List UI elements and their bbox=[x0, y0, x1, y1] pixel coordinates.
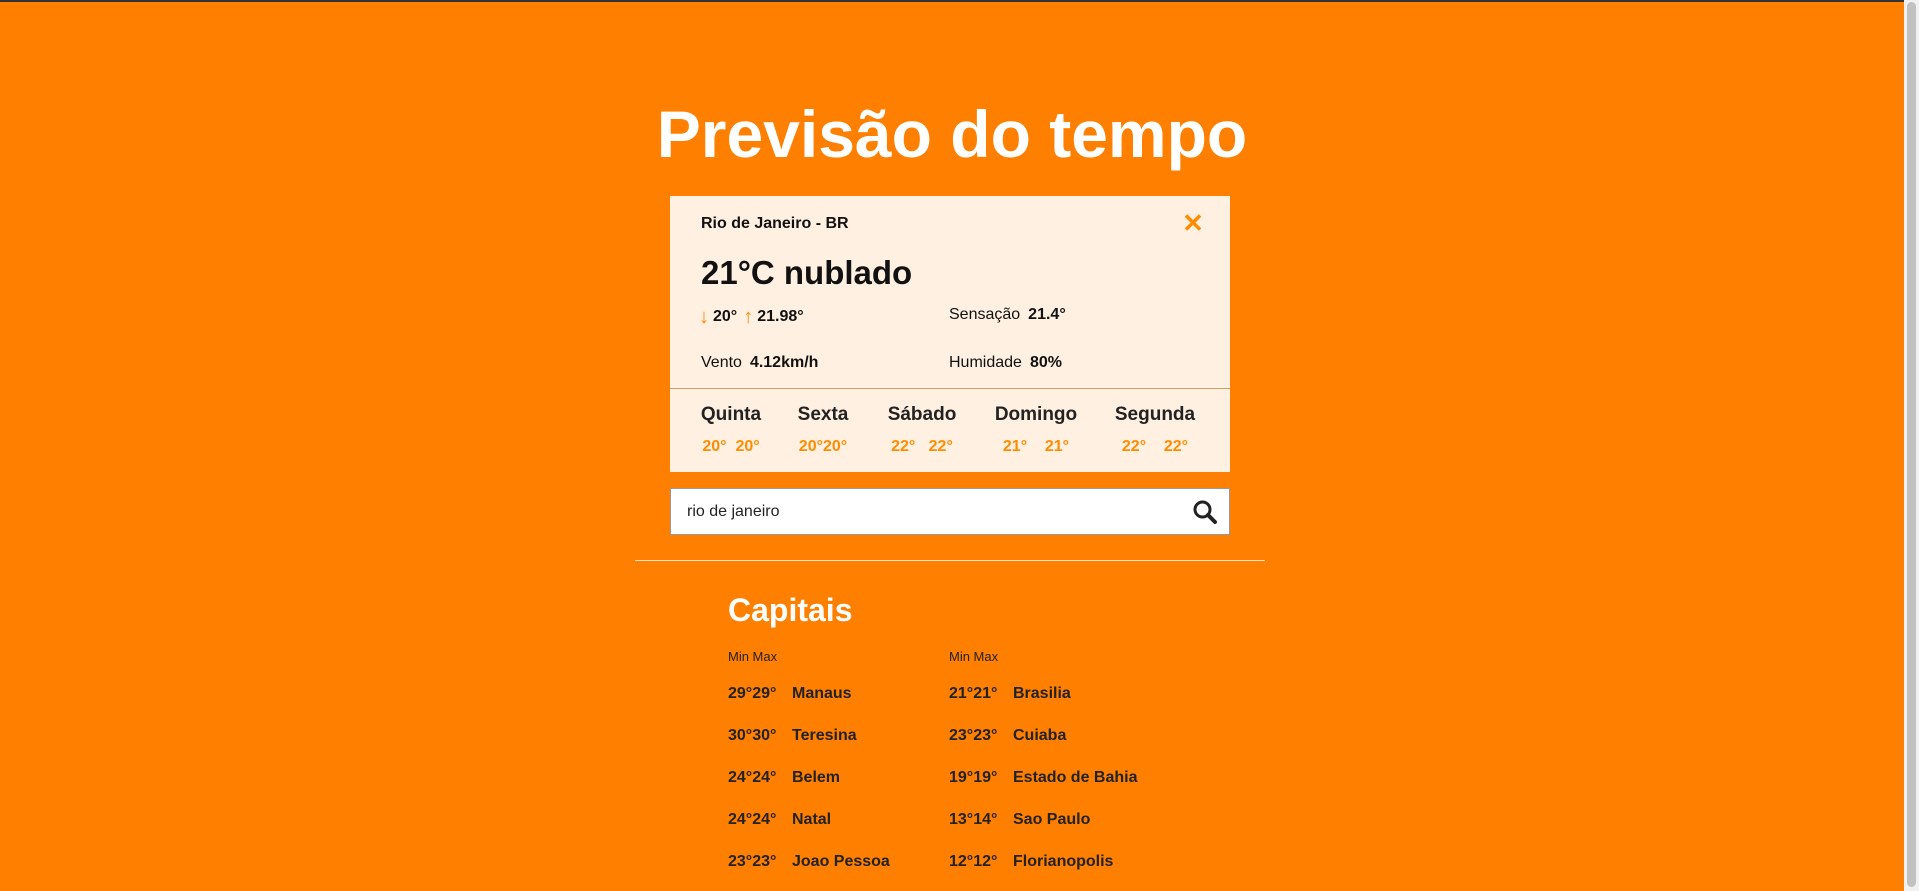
capitals-column-right: Min Max bbox=[949, 649, 1189, 664]
capital-city: Joao Pessoa bbox=[792, 853, 890, 870]
capital-temps: 12°12° bbox=[949, 853, 998, 870]
capital-row: 23°23° Joao Pessoa bbox=[728, 853, 890, 871]
capital-temps: 23°23° bbox=[949, 727, 998, 744]
close-icon[interactable]: ✕ bbox=[1181, 210, 1205, 236]
capital-city: Belem bbox=[792, 769, 841, 786]
wind-label: Vento bbox=[701, 354, 742, 371]
feels-value: 21.4° bbox=[1028, 306, 1066, 323]
capital-row: 29°29° Manaus bbox=[728, 685, 852, 703]
day-name: Sexta bbox=[797, 404, 849, 425]
card-divider bbox=[670, 388, 1230, 389]
humidity-label: Humidade bbox=[949, 354, 1022, 371]
forecast-day: Segunda 22° 22° bbox=[1111, 404, 1199, 456]
section-divider bbox=[635, 560, 1265, 561]
min-max: ↓ 20° ↑ 21.98° bbox=[699, 306, 810, 328]
forecast-day: Sábado 22° 22° bbox=[882, 404, 962, 456]
search-box bbox=[670, 488, 1230, 535]
capital-row: 24°24° Natal bbox=[728, 811, 831, 829]
capital-temps: 24°24° bbox=[728, 811, 777, 828]
day-temps: 22° 22° bbox=[1121, 438, 1189, 455]
forecast-day: Sexta 20°20° bbox=[790, 404, 856, 456]
capital-temps: 23°23° bbox=[728, 853, 777, 870]
capital-row: 21°21° Brasilia bbox=[949, 685, 1071, 703]
capital-row: 13°14° Sao Paulo bbox=[949, 811, 1090, 829]
column-header: Min Max bbox=[728, 649, 778, 664]
capital-row: 12°12° Florianopolis bbox=[949, 853, 1113, 871]
scrollbar-thumb[interactable] bbox=[1907, 2, 1916, 887]
weather-card: Rio de Janeiro - BR ✕ 21°C nublado ↓ 20°… bbox=[670, 196, 1230, 472]
capital-row: 19°19° Estado de Bahia bbox=[949, 769, 1137, 787]
day-temps: 21° 21° bbox=[1002, 438, 1070, 455]
page: Previsão do tempo Rio de Janeiro - BR ✕ … bbox=[0, 0, 1904, 891]
forecast-day: Domingo 21° 21° bbox=[991, 404, 1081, 456]
arrow-down-icon: ↓ bbox=[699, 306, 709, 328]
capital-city: Teresina bbox=[792, 727, 857, 744]
capitals-title: Capitais bbox=[728, 592, 853, 628]
day-name: Sábado bbox=[887, 404, 957, 425]
capital-row: 24°24° Belem bbox=[728, 769, 840, 787]
day-name: Quinta bbox=[700, 404, 762, 425]
city-name: Rio de Janeiro - BR bbox=[701, 215, 849, 232]
current-temperature: 21°C nublado bbox=[701, 254, 913, 291]
capital-city: Natal bbox=[792, 811, 832, 828]
capital-city: Estado de Bahia bbox=[1013, 769, 1138, 786]
capital-city: Florianopolis bbox=[1013, 853, 1114, 870]
min-temp: 20° bbox=[713, 308, 738, 325]
column-header: Min Max bbox=[949, 649, 999, 664]
capital-temps: 19°19° bbox=[949, 769, 998, 786]
capital-city: Brasilia bbox=[1013, 685, 1071, 702]
capitals-column-left: Min Max bbox=[728, 649, 968, 664]
capital-temps: 30°30° bbox=[728, 727, 777, 744]
capital-temps: 29°29° bbox=[728, 685, 777, 702]
day-name: Segunda bbox=[1114, 404, 1196, 425]
page-title: Previsão do tempo bbox=[656, 97, 1248, 171]
day-temps: 22° 22° bbox=[891, 438, 953, 455]
capital-temps: 13°14° bbox=[949, 811, 998, 828]
capital-temps: 24°24° bbox=[728, 769, 777, 786]
feels-like: Sensação 21.4° bbox=[949, 306, 1066, 324]
capital-city: Sao Paulo bbox=[1013, 811, 1091, 828]
wind: Vento 4.12km/h bbox=[701, 354, 818, 372]
capital-city: Cuiaba bbox=[1013, 727, 1067, 744]
forecast-row: Quinta 20° 20° Sexta 20°20° Sábado 22° 2… bbox=[670, 404, 1230, 464]
humidity: Humidade 80% bbox=[949, 354, 1062, 372]
humidity-value: 80% bbox=[1029, 354, 1062, 371]
capital-row: 23°23° Cuiaba bbox=[949, 727, 1066, 745]
capital-city: Manaus bbox=[792, 685, 852, 702]
day-temps: 20° 20° bbox=[702, 438, 760, 455]
capital-temps: 21°21° bbox=[949, 685, 998, 702]
vertical-scrollbar[interactable] bbox=[1904, 0, 1919, 891]
forecast-day: Quinta 20° 20° bbox=[692, 404, 770, 456]
search-input[interactable] bbox=[687, 501, 1167, 523]
search-icon[interactable] bbox=[1192, 499, 1218, 525]
day-name: Domingo bbox=[994, 404, 1078, 425]
arrow-up-icon: ↑ bbox=[743, 306, 754, 328]
day-temps: 20°20° bbox=[798, 438, 848, 455]
max-temp: 21.98° bbox=[757, 308, 804, 325]
feels-label: Sensação bbox=[949, 306, 1021, 323]
capital-row: 30°30° Teresina bbox=[728, 727, 857, 745]
wind-value: 4.12km/h bbox=[749, 354, 819, 371]
